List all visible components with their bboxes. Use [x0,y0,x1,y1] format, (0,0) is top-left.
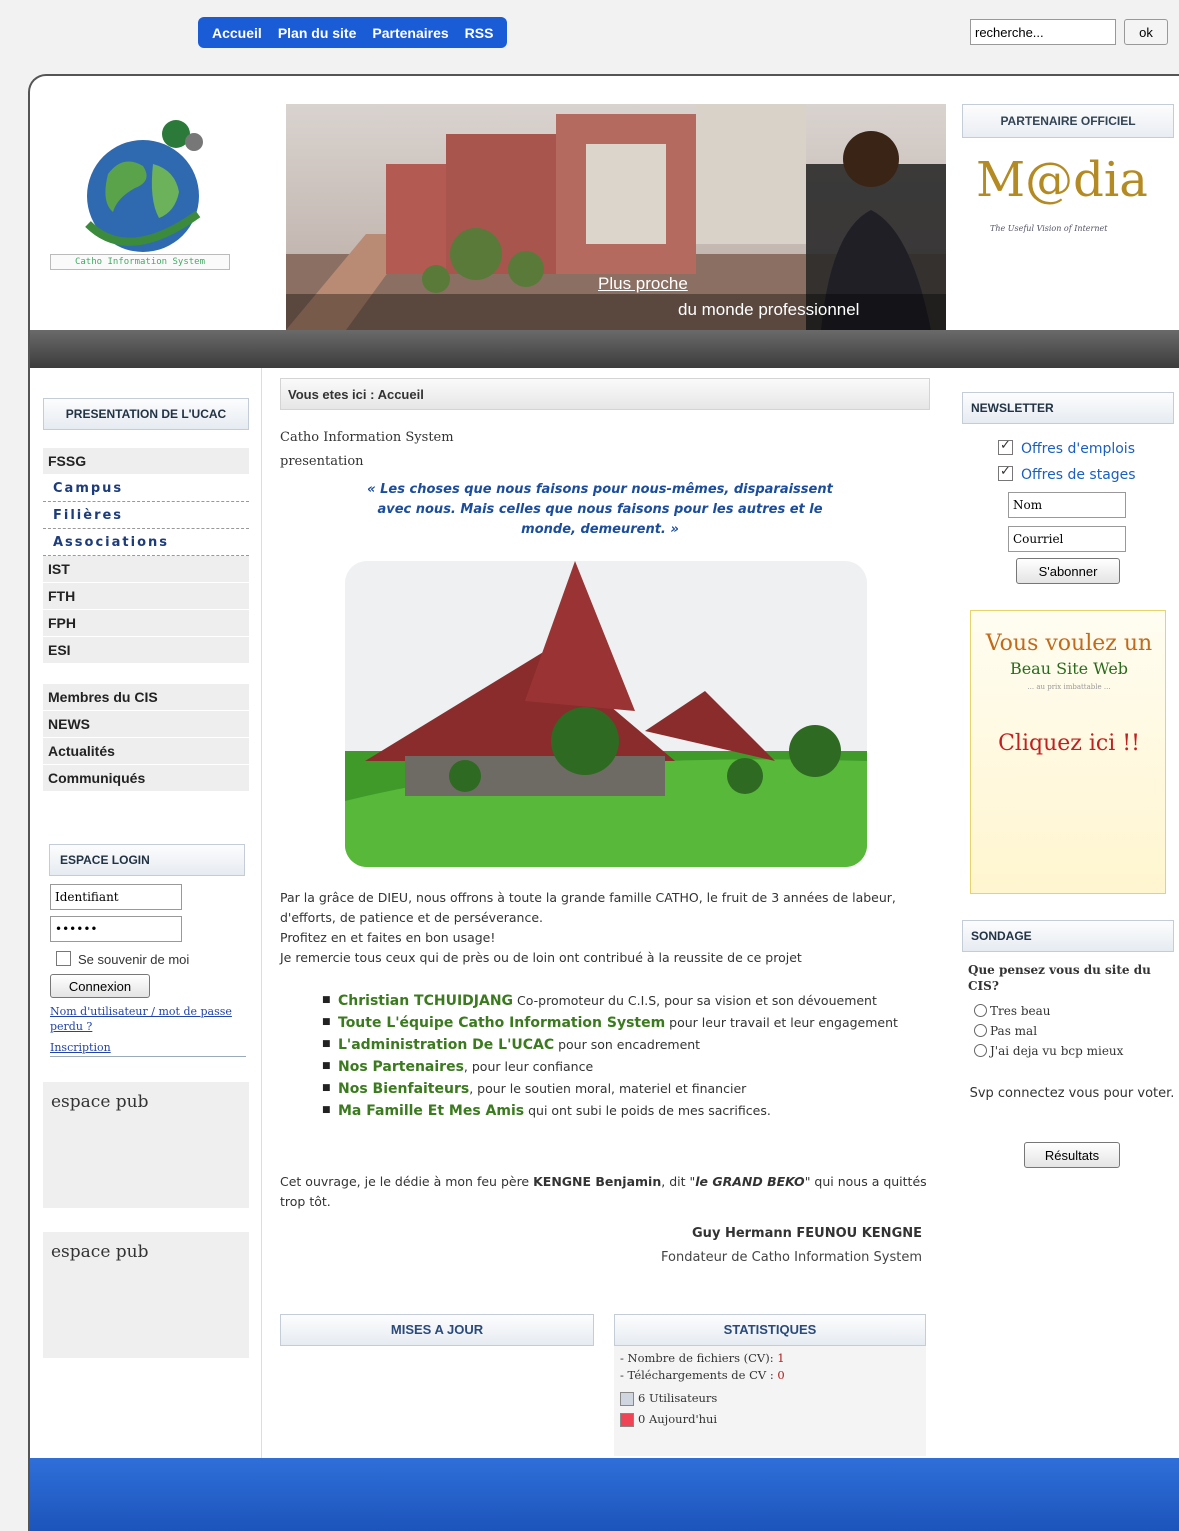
users-icon [620,1392,634,1406]
list-item: Toute L'équipe Catho Information System … [322,1012,932,1034]
thanks-list: Christian TCHUIDJANG Co-promoteur du C.I… [322,990,932,1122]
ad-space-1: espace pub [43,1082,249,1208]
nav-partenaires[interactable]: Partenaires [372,25,448,41]
author-role: Fondateur de Catho Information System [661,1250,922,1265]
nav-plan-du-site[interactable]: Plan du site [278,25,357,41]
poll-question: Que pensez vous du site du CIS? [968,963,1151,993]
remember-checkbox[interactable] [56,951,71,966]
banner-subheadline: du monde professionnel [678,300,860,319]
author-name: Guy Hermann FEUNOU KENGNE [692,1226,922,1241]
nav-news[interactable]: NEWS [43,711,249,738]
left-navigation: FSSG Campus Filières Associations IST FT… [43,448,249,792]
page-frame: Catho Information System Plus proche du … [28,74,1179,1531]
stats-title: STATISTIQUES [614,1314,926,1346]
nav-campus[interactable]: Campus [43,475,249,502]
list-item: Nos Partenaires, pour leur confiance [322,1056,932,1078]
nav-ist[interactable]: IST [43,556,249,583]
list-item: Ma Famille Et Mes Amis qui ont subi le p… [322,1100,932,1122]
intro-subtitle: presentation [280,454,364,469]
intro-paragraph: Par la grâce de DIEU, nous offrons à tou… [280,890,896,965]
updates-title: MISES A JOUR [280,1314,594,1346]
nav-fth[interactable]: FTH [43,583,249,610]
poll-option-3[interactable]: J'ai deja vu bcp mieux [974,1044,1123,1058]
ad-cta-link[interactable]: Cliquez ici !! [971,731,1167,756]
remember-label: Se souvenir de moi [78,952,190,967]
nav-rss[interactable]: RSS [465,25,494,41]
login-title: ESPACE LOGIN [49,844,245,876]
newsletter-option-internships[interactable]: Offres de stages [998,464,1136,483]
search-ok-button[interactable]: ok [1124,19,1168,45]
campus-photo [286,104,946,330]
lost-password-link[interactable]: Nom d'utilisateur / mot de passe perdu ? [50,1004,246,1034]
banner-headline: Plus proche [598,274,688,293]
header-divider-bar [30,330,1179,368]
list-item: Nos Bienfaiteurs, pour le soutien moral,… [322,1078,932,1100]
logo-caption: Catho Information System [50,254,230,270]
breadcrumb: Vous etes ici : Accueil [280,378,930,410]
nav-esi[interactable]: ESI [43,637,249,664]
partner-title: PARTENAIRE OFFICIEL [962,104,1174,138]
poll-login-notice: Svp connectez vous pour voter. [969,1086,1175,1101]
cis-globe-logo [85,120,203,252]
register-link[interactable]: Inscription [50,1040,246,1055]
poll-results-button[interactable]: Résultats [1024,1142,1120,1168]
internships-checkbox[interactable] [998,464,1013,481]
quote-text: « Les choses que nous faisons pour nous-… [367,482,833,537]
nav-accueil[interactable]: Accueil [212,25,262,41]
newsletter-title: NEWSLETTER [962,392,1174,424]
presentation-title: PRESENTATION DE L'UCAC [43,398,249,430]
jobs-checkbox[interactable] [998,438,1013,455]
newsletter-option-jobs[interactable]: Offres d'emplois [998,438,1135,457]
nav-associations[interactable]: Associations [43,529,249,556]
dedication-text: Cet ouvrage, je le dédie à mon feu père … [280,1174,927,1209]
subscribe-button[interactable]: S'abonner [1016,558,1120,584]
nav-membres[interactable]: Membres du CIS [43,684,249,711]
web-ad-banner[interactable]: Vous voulez un Beau Site Web ... au prix… [970,610,1166,894]
search-input[interactable] [970,19,1116,45]
partner-tagline: The Useful Vision of Internet [990,224,1108,233]
radio-icon[interactable] [974,1004,987,1017]
list-item: Christian TCHUIDJANG Co-promoteur du C.I… [322,990,932,1012]
newsletter-name-input[interactable] [1008,492,1126,518]
nav-filieres[interactable]: Filières [43,502,249,529]
nav-fph[interactable]: FPH [43,610,249,637]
header-banner-image: Plus proche du monde professionnel [286,104,946,330]
nav-communiques[interactable]: Communiqués [43,765,249,792]
footer-bar [30,1458,1179,1531]
today-icon [620,1413,634,1427]
username-input[interactable] [50,884,182,910]
poll-option-2[interactable]: Pas mal [974,1024,1037,1038]
church-photo [345,561,867,867]
list-item: L'administration De L'UCAC pour son enca… [322,1034,932,1056]
login-button[interactable]: Connexion [50,974,150,998]
stats-panel: - Nombre de fichiers (CV): 1 - Télécharg… [614,1346,926,1456]
password-input[interactable] [50,916,182,942]
radio-icon[interactable] [974,1044,987,1057]
partner-logo[interactable]: M@dia [976,152,1148,208]
radio-icon[interactable] [974,1024,987,1037]
intro-title: Catho Information System [280,430,454,445]
poll-title: SONDAGE [962,920,1174,952]
top-navigation: Accueil Plan du site Partenaires RSS [198,17,508,48]
poll-option-1[interactable]: Tres beau [974,1004,1050,1018]
nav-fssg[interactable]: FSSG [43,448,249,475]
newsletter-email-input[interactable] [1008,526,1126,552]
ad-space-2: espace pub [43,1232,249,1358]
nav-actualites[interactable]: Actualités [43,738,249,765]
